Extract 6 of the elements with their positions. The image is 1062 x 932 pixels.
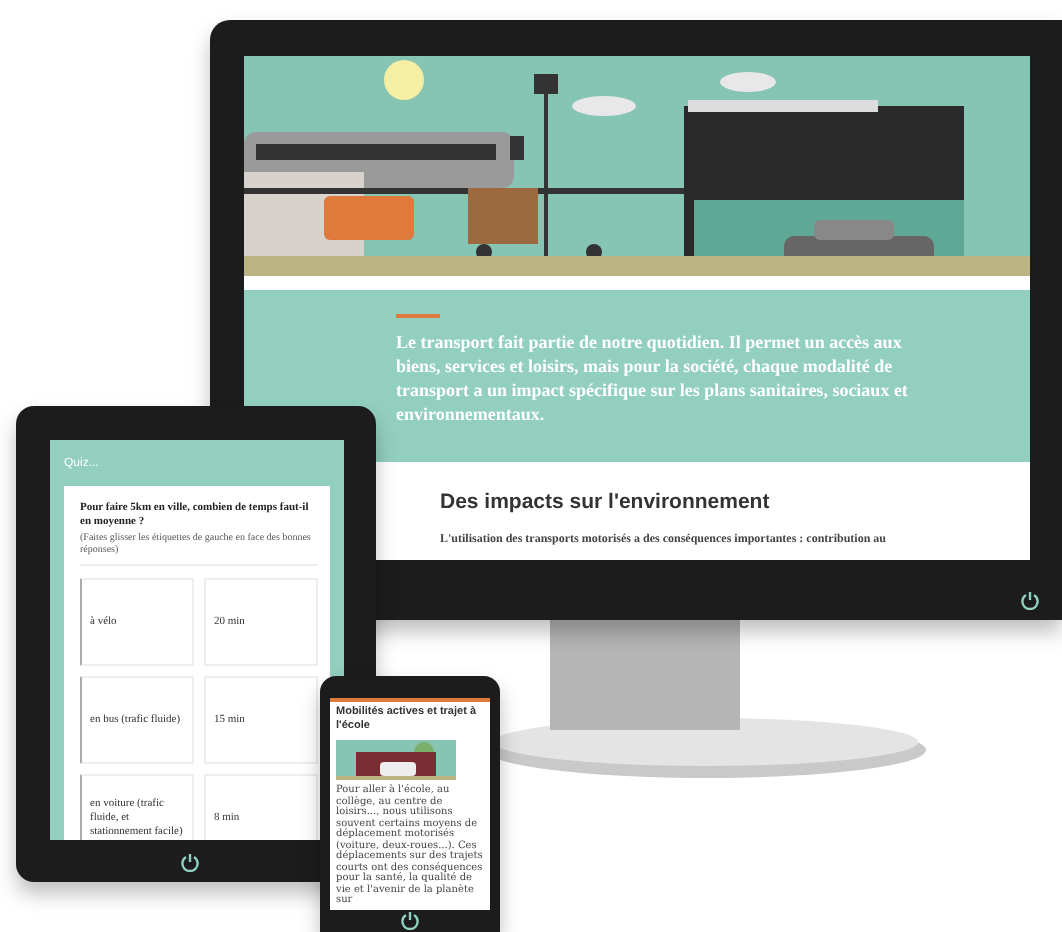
power-icon (180, 852, 200, 872)
intro-paragraph: Le transport fait partie de notre quotidien. Il permet un accès aux biens, services et loisirs, mais pour la société, chaque modalité de transport a un impact spécifique sur les plans sanitaires, sociaux et environnementaux. (396, 330, 910, 426)
power-icon (400, 910, 420, 930)
power-icon (1020, 590, 1040, 610)
section-heading: Des impacts sur l'environnement (440, 490, 772, 516)
school-scene-drawing (336, 739, 456, 780)
